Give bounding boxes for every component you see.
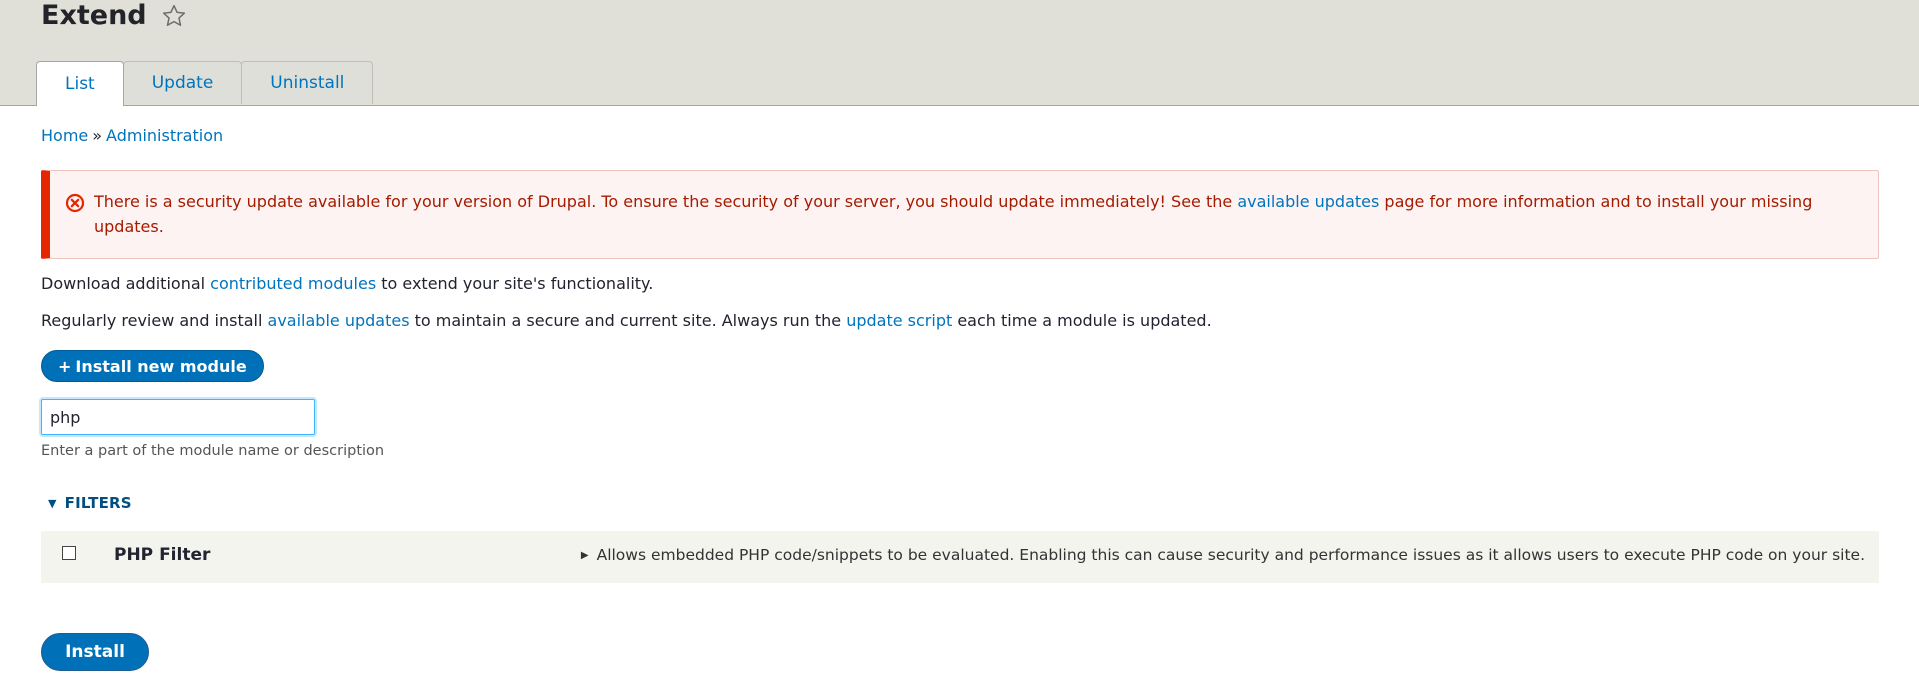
breadcrumb-separator: » xyxy=(92,126,103,145)
module-enable-checkbox[interactable] xyxy=(62,546,76,560)
primary-tabs: List Update Uninstall xyxy=(36,61,374,106)
module-description-toggle[interactable]: ▶ Allows embedded PHP code/snippets to b… xyxy=(581,546,1865,564)
install-button[interactable]: Install xyxy=(41,633,149,671)
star-icon[interactable] xyxy=(161,3,187,29)
title-row: Extend xyxy=(41,0,187,32)
page-title: Extend xyxy=(41,0,147,31)
security-alert: There is a security update available for… xyxy=(41,170,1879,259)
filters-label: FILTERS xyxy=(64,494,132,512)
tab-update[interactable]: Update xyxy=(122,61,243,104)
filters-toggle[interactable]: ▼ FILTERS xyxy=(48,494,132,512)
triangle-right-icon: ▶ xyxy=(580,549,589,561)
breadcrumb-administration[interactable]: Administration xyxy=(106,126,223,145)
available-updates-link[interactable]: available updates xyxy=(1237,192,1379,211)
install-new-module-label: Install new module xyxy=(75,356,247,376)
search-description: Enter a part of the module name or descr… xyxy=(41,443,385,459)
breadcrumb: Home» Administration xyxy=(41,126,223,146)
intro-updates-text: Regularly review and install available u… xyxy=(41,311,1212,330)
available-updates-link-2[interactable]: available updates xyxy=(268,311,410,330)
triangle-down-icon: ▼ xyxy=(48,496,57,510)
module-row: PHP Filter ▶ Allows embedded PHP code/sn… xyxy=(41,531,1879,583)
breadcrumb-home[interactable]: Home xyxy=(41,126,88,145)
module-description: Allows embedded PHP code/snippets to be … xyxy=(596,546,1865,564)
contributed-modules-link[interactable]: contributed modules xyxy=(210,274,376,293)
tab-list[interactable]: List xyxy=(36,61,124,106)
update-script-link[interactable]: update script xyxy=(846,311,952,330)
tab-uninstall[interactable]: Uninstall xyxy=(241,61,374,104)
page-header: Extend List Update Uninstall xyxy=(0,0,1919,106)
error-icon xyxy=(65,193,85,213)
alert-message: There is a security update available for… xyxy=(94,192,1813,236)
module-name[interactable]: PHP Filter xyxy=(114,545,210,565)
install-new-module-button[interactable]: + Install new module xyxy=(41,350,264,382)
intro-contrib-text: Download additional contributed modules … xyxy=(41,274,654,293)
module-search-input[interactable] xyxy=(41,399,315,435)
plus-icon: + xyxy=(58,356,72,376)
